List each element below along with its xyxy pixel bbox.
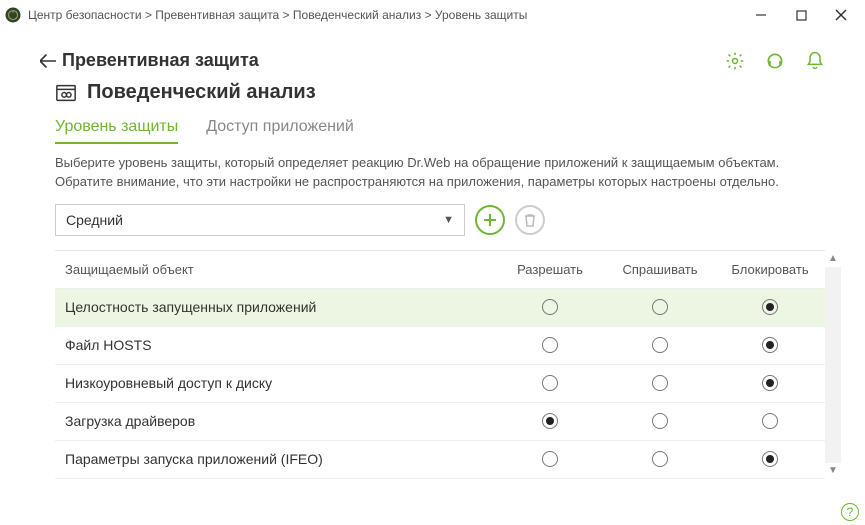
- radio-cell-allow: [495, 451, 605, 467]
- add-profile-button[interactable]: [475, 205, 505, 235]
- chevron-down-icon: ▼: [443, 214, 454, 226]
- header-actions: [725, 51, 825, 71]
- scroll-down-icon[interactable]: ▼: [825, 463, 841, 479]
- tab-app-access[interactable]: Доступ приложений: [206, 118, 354, 144]
- col-ask: Спрашивать: [605, 262, 715, 277]
- vertical-scrollbar[interactable]: ▲ ▼: [825, 251, 841, 479]
- radio-cell-block: [715, 375, 825, 391]
- app-logo-icon: [4, 6, 22, 24]
- radio-allow[interactable]: [542, 337, 558, 353]
- radio-cell-ask: [605, 337, 715, 353]
- page-header: Превентивная защита: [0, 30, 865, 75]
- profile-row: Средний ▼: [0, 200, 865, 244]
- radio-allow[interactable]: [542, 375, 558, 391]
- close-button[interactable]: [821, 0, 861, 30]
- radio-block[interactable]: [762, 337, 778, 353]
- tabs: Уровень защиты Доступ приложений: [0, 110, 865, 144]
- titlebar: Центр безопасности > Превентивная защита…: [0, 0, 865, 30]
- gear-icon[interactable]: [725, 51, 745, 71]
- radio-cell-ask: [605, 299, 715, 315]
- scroll-track[interactable]: [825, 267, 841, 463]
- protection-table: Защищаемый объект Разрешать Спрашивать Б…: [55, 250, 825, 479]
- radio-cell-ask: [605, 451, 715, 467]
- minimize-button[interactable]: [741, 0, 781, 30]
- radio-cell-block: [715, 299, 825, 315]
- radio-ask[interactable]: [652, 413, 668, 429]
- section-header: Поведенческий анализ: [0, 75, 865, 110]
- arrow-left-icon: [40, 53, 56, 69]
- radio-allow[interactable]: [542, 451, 558, 467]
- maximize-button[interactable]: [781, 0, 821, 30]
- profile-selected-label: Средний: [66, 212, 123, 228]
- radio-ask[interactable]: [652, 451, 668, 467]
- table-row[interactable]: Низкоуровневый доступ к диску: [55, 365, 825, 403]
- radio-cell-allow: [495, 375, 605, 391]
- radio-cell-allow: [495, 413, 605, 429]
- tab-protection-level[interactable]: Уровень защиты: [55, 118, 178, 144]
- radio-block[interactable]: [762, 413, 778, 429]
- radio-cell-ask: [605, 413, 715, 429]
- radio-allow[interactable]: [542, 413, 558, 429]
- scroll-up-icon[interactable]: ▲: [825, 251, 841, 267]
- col-allow: Разрешать: [495, 262, 605, 277]
- row-label: Параметры запуска приложений (IFEO): [55, 451, 495, 467]
- delete-profile-button[interactable]: [515, 205, 545, 235]
- radio-ask[interactable]: [652, 375, 668, 391]
- table-header: Защищаемый объект Разрешать Спрашивать Б…: [55, 251, 825, 289]
- radio-cell-block: [715, 337, 825, 353]
- profile-select[interactable]: Средний ▼: [55, 204, 465, 236]
- bell-icon[interactable]: [805, 51, 825, 71]
- table-row[interactable]: Файл HOSTS: [55, 327, 825, 365]
- row-label: Низкоуровневый доступ к диску: [55, 375, 495, 391]
- help-button[interactable]: ?: [841, 503, 859, 521]
- description-text: Выберите уровень защиты, который определ…: [0, 144, 865, 200]
- section-title: Поведенческий анализ: [87, 81, 316, 104]
- behavior-analysis-icon: [55, 82, 77, 104]
- radio-ask[interactable]: [652, 299, 668, 315]
- radio-block[interactable]: [762, 451, 778, 467]
- radio-ask[interactable]: [652, 337, 668, 353]
- support-icon[interactable]: [765, 51, 785, 71]
- radio-block[interactable]: [762, 299, 778, 315]
- row-label: Целостность запущенных приложений: [55, 299, 495, 315]
- radio-cell-ask: [605, 375, 715, 391]
- radio-cell-block: [715, 413, 825, 429]
- col-block: Блокировать: [715, 262, 825, 277]
- window-controls: [741, 0, 861, 30]
- table-row[interactable]: Целостность запущенных приложений: [55, 289, 825, 327]
- radio-cell-allow: [495, 299, 605, 315]
- row-label: Загрузка драйверов: [55, 413, 495, 429]
- radio-cell-block: [715, 451, 825, 467]
- breadcrumb: Центр безопасности > Превентивная защита…: [28, 8, 741, 22]
- radio-allow[interactable]: [542, 299, 558, 315]
- back-button[interactable]: Превентивная защита: [40, 50, 259, 71]
- row-label: Файл HOSTS: [55, 337, 495, 353]
- page-title: Превентивная защита: [62, 50, 259, 71]
- table-row[interactable]: Параметры запуска приложений (IFEO): [55, 441, 825, 479]
- radio-cell-allow: [495, 337, 605, 353]
- col-object: Защищаемый объект: [55, 262, 495, 277]
- table-row[interactable]: Загрузка драйверов: [55, 403, 825, 441]
- radio-block[interactable]: [762, 375, 778, 391]
